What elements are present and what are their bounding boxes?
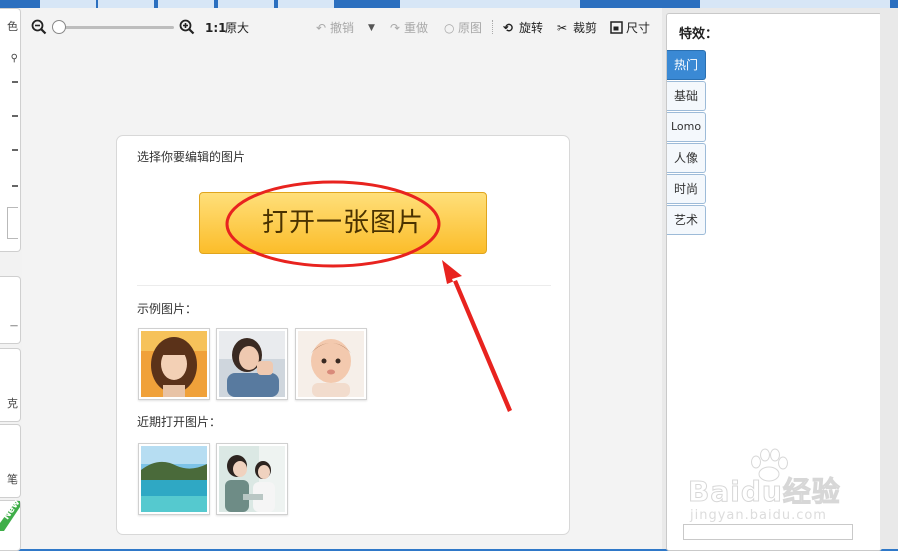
original-size-button[interactable]: 原大 <box>225 19 249 37</box>
beach-image <box>141 446 207 512</box>
baby-image <box>298 331 364 397</box>
redo-icon: ↷ <box>390 21 401 35</box>
open-image-button[interactable]: 打开一张图片 <box>199 192 487 254</box>
resize-icon <box>610 21 623 34</box>
tool-button-mosaic[interactable]: 克 <box>0 348 21 422</box>
office-women-image <box>219 446 285 512</box>
slider-handle[interactable] <box>12 115 18 117</box>
zoom-slider-track[interactable] <box>56 26 174 29</box>
portrait-girl-image <box>141 331 207 397</box>
example-thumb-2[interactable] <box>216 328 288 400</box>
restore-button[interactable]: 原图 <box>458 19 482 37</box>
tool-button-1[interactable]: 一 <box>0 276 21 344</box>
mosaic-label: 克 <box>7 397 18 410</box>
top-tab[interactable] <box>158 0 215 8</box>
recent-thumb-1[interactable] <box>138 443 210 515</box>
restore-icon: ○ <box>444 21 455 35</box>
tool-mark: 一 <box>10 322 18 331</box>
watermark-url: jingyan.baidu.com <box>690 508 827 523</box>
rotate-button[interactable]: 旋转 <box>519 19 543 37</box>
tool-button-new[interactable]: New <box>0 498 22 551</box>
size-button[interactable]: 尺寸 <box>626 19 650 37</box>
top-tab[interactable] <box>400 0 581 8</box>
top-tab[interactable] <box>700 0 891 8</box>
zoom-in-icon[interactable] <box>179 19 195 35</box>
recent-label: 近期打开图片： <box>137 415 222 429</box>
tab-basic[interactable]: 基础 <box>667 81 706 111</box>
top-tab[interactable] <box>40 0 97 8</box>
watermark-brand: Baidu经验 <box>688 475 841 509</box>
rotate-icon: ⟲ <box>503 21 514 35</box>
adjust-panel[interactable]: 色 ⚲ <box>0 8 21 252</box>
link-icon: ⚲ <box>10 53 18 64</box>
zoom-out-icon[interactable] <box>31 19 47 35</box>
color-label: 色 <box>7 20 18 33</box>
tab-hot[interactable]: 热门 <box>667 50 706 80</box>
toolbar-divider <box>492 20 494 34</box>
baidu-watermark: Baidu经验 jingyan.baidu.com <box>688 448 858 528</box>
top-tab[interactable] <box>278 0 335 8</box>
open-image-card: 选择你要编辑的图片 打开一张图片 示例图片： 近期打开图片： <box>116 135 570 535</box>
redo-button[interactable]: 重做 <box>404 19 428 37</box>
slider-handle[interactable] <box>12 185 18 187</box>
divider <box>137 285 551 286</box>
slider-handle[interactable] <box>12 149 18 151</box>
slider-handle[interactable] <box>12 81 18 83</box>
portrait-denim-image <box>219 331 285 397</box>
top-tab[interactable] <box>218 0 275 8</box>
apply-button[interactable] <box>7 207 18 239</box>
top-tab[interactable] <box>98 0 155 8</box>
recent-thumb-2[interactable] <box>216 443 288 515</box>
ratio-button[interactable]: 1:1 <box>205 19 227 37</box>
tool-button-brush[interactable]: 笔 <box>0 424 21 498</box>
tab-art[interactable]: 艺术 <box>667 205 706 235</box>
card-title: 选择你要编辑的图片 <box>137 150 246 164</box>
tab-fashion[interactable]: 时尚 <box>667 174 706 204</box>
example-thumb-3[interactable] <box>295 328 367 400</box>
undo-button[interactable]: 撤销 <box>330 19 354 37</box>
image-toolbar: 1:1 原大 ↶ 撤销 ▼ ↷ 重做 ○ 原图 ⟲ 旋转 ✂ 裁剪 尺寸 <box>22 8 662 46</box>
tab-lomo[interactable]: Lomo <box>667 112 706 142</box>
scissors-icon: ✂ <box>557 21 568 35</box>
chevron-down-icon[interactable]: ▼ <box>368 19 375 37</box>
side-scrollbar[interactable] <box>880 13 898 549</box>
tab-portrait[interactable]: 人像 <box>667 143 706 173</box>
examples-label: 示例图片： <box>137 302 198 316</box>
undo-icon: ↶ <box>316 21 327 35</box>
effects-title: 特效： <box>679 27 719 42</box>
crop-button[interactable]: 裁剪 <box>573 19 597 37</box>
zoom-slider-knob[interactable] <box>52 20 66 34</box>
example-thumb-1[interactable] <box>138 328 210 400</box>
top-tab-strip <box>0 0 898 8</box>
left-tool-strip: 色 ⚲ 一 克 笔 New <box>0 8 22 551</box>
brush-label: 笔 <box>7 473 18 486</box>
